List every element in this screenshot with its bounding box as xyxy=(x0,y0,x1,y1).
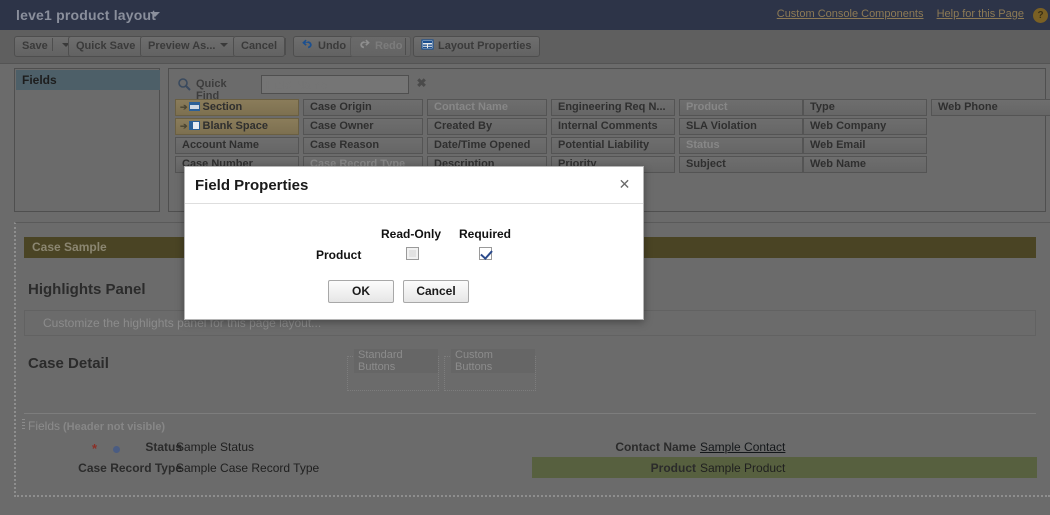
custom-buttons-label: Custom Buttons xyxy=(451,349,535,373)
palette-item-web-company[interactable]: Web Company xyxy=(803,118,927,135)
help-question-icon[interactable]: ? xyxy=(1033,8,1048,23)
custom-buttons-dropzone[interactable]: Custom Buttons xyxy=(444,349,536,391)
palette-item-case-reason[interactable]: Case Reason xyxy=(303,137,423,154)
palette-item-engineering-req-n[interactable]: Engineering Req N... xyxy=(551,99,675,116)
sidebar-tab-fields[interactable]: Fields xyxy=(16,70,160,90)
field-properties-dialog: Field Properties ✕ Read-Only Required Pr… xyxy=(184,166,644,320)
palette-item-date-time-opened[interactable]: Date/Time Opened xyxy=(427,137,547,154)
preview-as-button[interactable]: Preview As... xyxy=(140,36,237,57)
palette-item-product[interactable]: Product xyxy=(679,99,803,116)
dialog-header: Field Properties ✕ xyxy=(185,167,643,204)
header-links: Custom Console Components Help for this … xyxy=(767,8,1024,20)
field-label: Case Record Type xyxy=(78,461,182,475)
page-title-chevron-down-icon[interactable] xyxy=(150,12,160,17)
undo-label: Undo xyxy=(318,40,347,52)
top-header-bar: leve1 product layout Custom Console Comp… xyxy=(0,0,1050,30)
palette-item-web-email[interactable]: Web Email xyxy=(803,137,927,154)
table-row[interactable]: Case Record Type Sample Case Record Type xyxy=(16,461,326,481)
required-star-icon: * xyxy=(92,441,98,456)
column-header-read-only: Read-Only xyxy=(381,227,442,241)
palette-item-sla-violation[interactable]: SLA Violation xyxy=(679,118,803,135)
palette-item-web-phone[interactable]: Web Phone xyxy=(931,99,1050,116)
magnifier-icon xyxy=(177,77,191,91)
standard-buttons-dropzone[interactable]: Standard Buttons xyxy=(347,349,439,391)
palette-item-internal-comments[interactable]: Internal Comments xyxy=(551,118,675,135)
cancel-button[interactable]: Cancel xyxy=(233,36,286,57)
ok-button[interactable]: OK xyxy=(328,280,394,303)
close-icon[interactable]: ✕ xyxy=(616,176,633,193)
page-root: leve1 product layout Custom Console Comp… xyxy=(0,0,1050,515)
field-label: Contact Name xyxy=(615,440,696,454)
case-detail-title: Case Detail xyxy=(28,355,109,372)
preview-chevron-down-icon xyxy=(220,43,229,47)
palette-item-case-origin[interactable]: Case Origin xyxy=(303,99,423,116)
column-header-required: Required xyxy=(459,227,512,241)
help-for-this-page-link[interactable]: Help for this Page xyxy=(937,8,1024,20)
read-only-checkbox[interactable] xyxy=(406,247,419,260)
fields-section-note: (Header not visible) xyxy=(63,421,166,433)
palette-item-web-name[interactable]: Web Name xyxy=(803,156,927,173)
dialog-title: Field Properties xyxy=(195,177,309,194)
palette-item-label: Blank Space xyxy=(202,120,268,132)
field-value: Sample Status xyxy=(176,440,255,454)
palette-item-created-by[interactable]: Created By xyxy=(427,118,547,135)
redo-label: Redo xyxy=(375,40,403,52)
redo-arrow-icon xyxy=(358,38,371,51)
standard-buttons-label: Standard Buttons xyxy=(354,349,438,373)
dialog-field-label: Product xyxy=(316,248,362,262)
field-label: Product xyxy=(650,461,696,475)
custom-console-components-link[interactable]: Custom Console Components xyxy=(777,8,924,20)
palette-item-contact-name[interactable]: Contact Name xyxy=(427,99,547,116)
required-checkbox[interactable] xyxy=(479,247,492,260)
clear-x-icon[interactable]: ✖ xyxy=(415,77,428,90)
blue-dot-icon xyxy=(113,446,120,453)
palette-item-label: Section xyxy=(202,101,243,113)
cancel-button[interactable]: Cancel xyxy=(403,280,469,303)
drag-grip-icon[interactable] xyxy=(22,419,25,431)
table-row[interactable]: * Status Sample Status xyxy=(16,440,326,460)
fields-section-header: Fields (Header not visible) xyxy=(28,419,165,433)
palette-item-status[interactable]: Status xyxy=(679,137,803,154)
table-row[interactable]: Product Sample Product xyxy=(532,461,1037,481)
layout-toolbar: Save Quick Save Preview As... Cancel Und… xyxy=(0,30,1050,64)
fields-sidebar-panel: Fields xyxy=(14,68,160,212)
palette-item-blank-space[interactable]: ➔ Blank Space xyxy=(175,118,299,135)
highlights-panel-title: Highlights Panel xyxy=(28,281,146,298)
field-value: Sample Case Record Type xyxy=(176,461,320,475)
save-label: Save xyxy=(22,40,48,52)
quick-save-button[interactable]: Quick Save xyxy=(68,36,144,57)
blank-space-icon xyxy=(188,120,200,130)
palette-item-section[interactable]: ➔ Section xyxy=(175,99,299,116)
search-input[interactable] xyxy=(261,75,409,94)
palette-item-type[interactable]: Type xyxy=(803,99,927,116)
grid-properties-icon xyxy=(421,38,434,51)
fields-section-label: Fields xyxy=(28,419,61,433)
preview-as-label: Preview As... xyxy=(148,40,216,52)
palette-item-case-owner[interactable]: Case Owner xyxy=(303,118,423,135)
redo-button[interactable]: Redo xyxy=(350,36,411,57)
palette-item-potential-liability[interactable]: Potential Liability xyxy=(551,137,675,154)
field-value: Sample Product xyxy=(700,461,786,475)
layout-properties-button[interactable]: Layout Properties xyxy=(413,36,540,57)
field-value[interactable]: Sample Contact xyxy=(700,440,785,454)
layout-properties-label: Layout Properties xyxy=(438,40,532,52)
section-divider xyxy=(24,413,1036,414)
palette-item-subject[interactable]: Subject xyxy=(679,156,803,173)
undo-arrow-icon xyxy=(301,38,314,51)
undo-button[interactable]: Undo xyxy=(293,36,355,57)
page-title: leve1 product layout xyxy=(16,7,157,23)
palette-item-account-name[interactable]: Account Name xyxy=(175,137,299,154)
section-icon xyxy=(188,101,200,111)
